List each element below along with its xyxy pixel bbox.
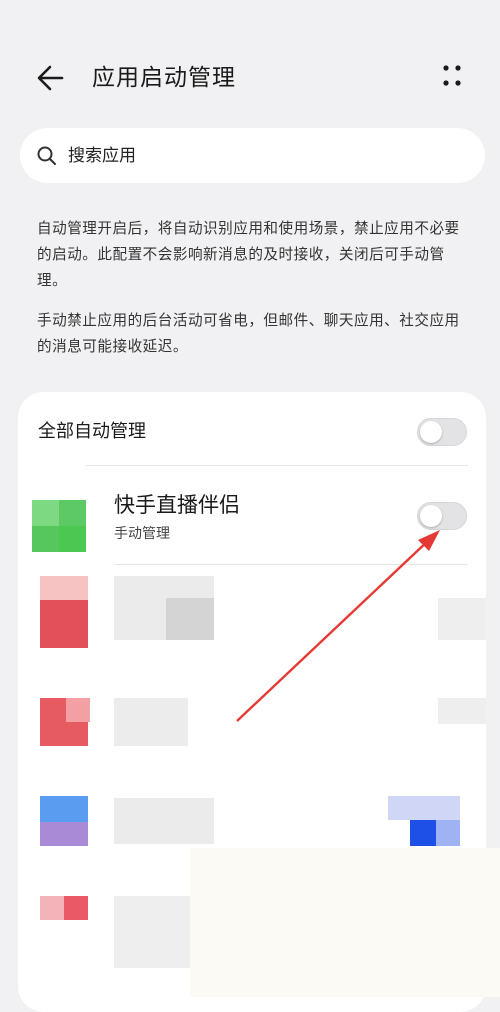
pixel (59, 526, 86, 552)
toggle-knob (420, 421, 442, 443)
app-name: 快手直播伴侣 (114, 493, 240, 517)
blurred-icon (40, 896, 64, 920)
divider (114, 564, 468, 565)
description-auto: 自动管理开启后，将自动识别应用和使用场景，禁止应用不必要的启动。此配置不会影响新… (37, 220, 460, 289)
pixel (32, 500, 59, 526)
blurred-text (114, 698, 188, 746)
blurred-icon (40, 822, 88, 846)
search-input[interactable] (66, 140, 450, 172)
blurred-icon (40, 796, 88, 822)
blurred-icon (40, 600, 88, 648)
pixel (32, 526, 59, 552)
description-manual: 手动禁止应用的后台活动可省电，但邮件、聊天应用、社交应用的消息可能接收延迟。 (37, 312, 460, 355)
page-title: 应用启动管理 (92, 65, 236, 91)
pixel (59, 500, 86, 526)
search-bar[interactable] (20, 128, 485, 183)
blurred-text (166, 598, 214, 640)
back-arrow-icon (37, 65, 64, 91)
app-icon (32, 500, 86, 552)
blurred-icon (40, 576, 88, 600)
toggle-knob (420, 505, 442, 527)
blurred-icon (66, 698, 90, 722)
background-panel (190, 848, 500, 997)
more-button[interactable] (432, 58, 472, 98)
back-button[interactable] (32, 58, 72, 98)
blurred-toggle (438, 598, 486, 640)
all-auto-label: 全部自动管理 (38, 421, 146, 442)
all-auto-toggle[interactable] (417, 418, 467, 446)
more-dots-icon (443, 65, 461, 86)
app-toggle[interactable] (417, 502, 467, 530)
blurred-toggle (410, 820, 436, 846)
blurred-text (114, 798, 214, 844)
blurred-toggle (388, 796, 460, 820)
divider (86, 465, 468, 466)
blurred-toggle (438, 698, 486, 724)
app-status: 手动管理 (114, 526, 170, 542)
search-icon (37, 146, 56, 165)
blurred-toggle (436, 820, 460, 846)
